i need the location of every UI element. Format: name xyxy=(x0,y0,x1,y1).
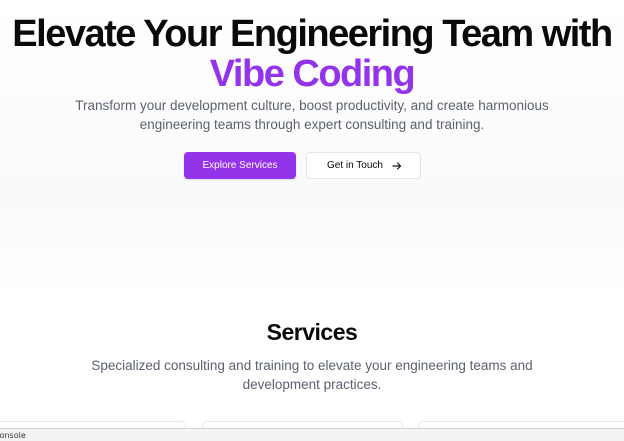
hero-title-accent: Vibe Coding xyxy=(209,53,416,95)
console-tab[interactable]: Console xyxy=(0,430,26,441)
get-in-touch-button[interactable]: Get in Touch xyxy=(306,152,421,179)
arrow-right-icon xyxy=(392,162,402,170)
hero-subtitle: Transform your development culture, boos… xyxy=(75,98,549,132)
landing-page: Elevate Your Engineering Team with Vibe … xyxy=(0,0,624,441)
services-subtitle: Specialized consulting and training to e… xyxy=(91,358,533,392)
hero-title: Elevate Your Engineering Team with xyxy=(12,13,613,55)
devtools-console-bar[interactable]: Console xyxy=(0,428,624,441)
explore-services-button[interactable]: Explore Services xyxy=(184,152,296,179)
hero-section: Elevate Your Engineering Team with Vibe … xyxy=(0,0,624,240)
cta-row: Explore Services Get in Touch xyxy=(0,152,624,180)
get-in-touch-label: Get in Touch xyxy=(327,160,383,171)
services-title: Services xyxy=(266,319,358,345)
